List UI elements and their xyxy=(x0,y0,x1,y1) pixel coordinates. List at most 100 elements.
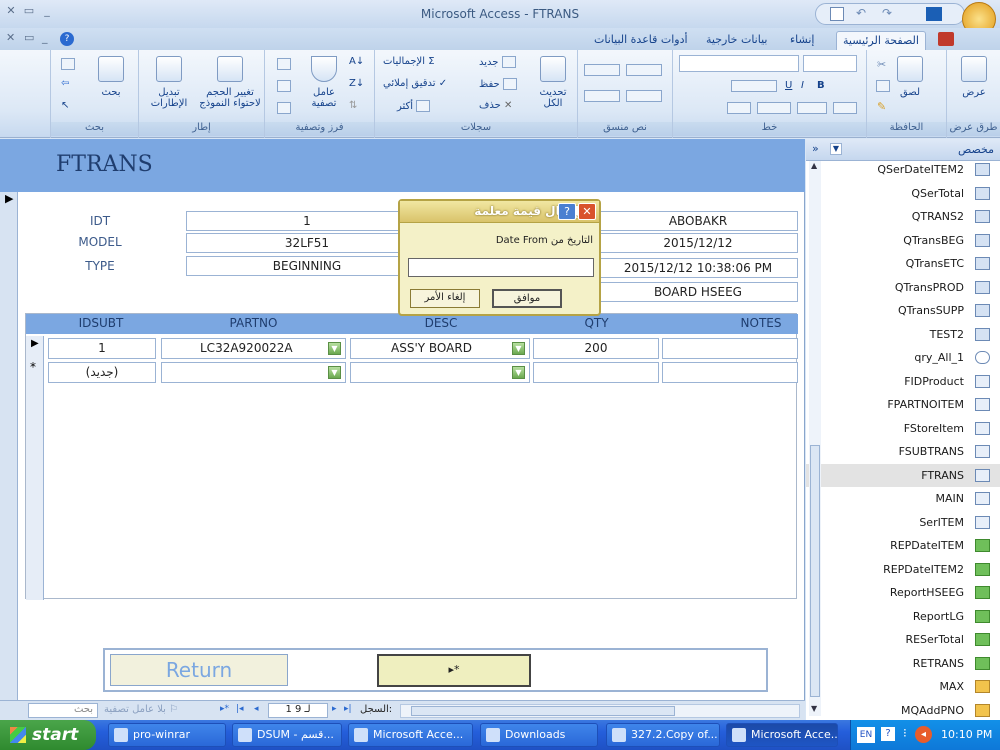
switch-windows-button[interactable]: تبديل الإطارات xyxy=(143,56,195,109)
prev-record-icon[interactable]: ▸ xyxy=(332,704,337,714)
more-button[interactable]: أكثر xyxy=(397,100,431,112)
scroll-up-icon[interactable]: ▲ xyxy=(811,161,817,170)
nav-item[interactable]: MAX xyxy=(806,675,1000,698)
tab-create[interactable]: إنشاء xyxy=(784,31,820,50)
row-idsubt-cell[interactable]: 1 xyxy=(48,338,156,359)
dropdown-arrow-icon[interactable]: ▼ xyxy=(512,342,525,355)
find-button[interactable]: بحث xyxy=(91,56,131,98)
row-qty-cell[interactable]: 200 xyxy=(533,338,659,359)
record-selector[interactable]: ▶ xyxy=(0,192,18,747)
goto-icon[interactable]: ⇦ xyxy=(61,78,69,89)
fill-color-icon[interactable] xyxy=(797,102,827,114)
select-icon[interactable]: ↖ xyxy=(61,100,69,111)
undo-icon[interactable]: ↶ xyxy=(856,6,866,20)
help-icon[interactable]: ? xyxy=(558,203,576,220)
language-indicator[interactable]: EN xyxy=(857,727,875,743)
nav-item[interactable]: RESerTotal xyxy=(806,628,1000,651)
view-button[interactable]: عرض xyxy=(955,56,993,98)
format-painter-icon[interactable]: ✎ xyxy=(877,100,886,113)
nav-item[interactable]: RETRANS xyxy=(806,652,1000,675)
copy-icon[interactable] xyxy=(876,80,890,92)
nav-item[interactable]: FTRANS xyxy=(806,463,1000,487)
font-color-icon[interactable] xyxy=(833,102,857,114)
nav-item[interactable]: qry_All_1 xyxy=(806,346,1000,369)
indent-icon[interactable] xyxy=(584,64,620,76)
ok-button[interactable]: موافق xyxy=(492,289,562,308)
bullets-icon[interactable] xyxy=(626,90,662,102)
model-field[interactable]: 32LF51 xyxy=(186,233,428,253)
type-field[interactable]: BEGINNING xyxy=(186,256,428,276)
dropdown-arrow-icon[interactable]: ▼ xyxy=(328,342,341,355)
nav-item[interactable]: QTransSUPP xyxy=(806,299,1000,322)
spelling-button[interactable]: تدقيق إملائي ✓ xyxy=(383,78,447,89)
new-row-notes-cell[interactable] xyxy=(662,362,798,383)
tab-database-tools[interactable]: أدوات قاعدة البيانات xyxy=(588,31,694,50)
filter-button[interactable]: عامل تصفية xyxy=(305,56,343,109)
board-field[interactable]: BOARD HSEEG xyxy=(598,282,798,302)
idt-field[interactable]: 1 xyxy=(186,211,428,231)
next-record-icon[interactable]: ◂ xyxy=(254,704,259,714)
nav-item[interactable]: REPDateITEM2 xyxy=(806,558,1000,581)
no-filter-label[interactable]: بلا عامل تصفية ⚐ xyxy=(104,704,178,715)
minimize-doc-icon[interactable]: _ xyxy=(42,31,48,44)
first-record-icon[interactable]: ▸| xyxy=(344,704,352,714)
sort-asc-icon[interactable]: A↓ xyxy=(349,56,364,67)
nav-item[interactable]: ReportHSEEG xyxy=(806,581,1000,604)
nav-item[interactable]: FStoreItem xyxy=(806,417,1000,440)
scroll-thumb[interactable] xyxy=(810,445,820,697)
new-row-idsubt-cell[interactable]: (جديد) xyxy=(48,362,156,383)
taskbar-item[interactable]: 327.2.Copy of... xyxy=(606,723,720,747)
row-desc-cell[interactable]: ASS'Y BOARD ▼ xyxy=(350,338,530,359)
tray-icon[interactable]: ⁝ xyxy=(903,726,907,740)
new-row-icon[interactable]: * xyxy=(30,360,36,374)
clear-sort-icon[interactable]: ⇅ xyxy=(349,100,357,111)
save-record-button[interactable]: حفظ xyxy=(479,78,517,90)
taskbar-item[interactable]: Microsoft Acce... xyxy=(348,723,473,747)
nav-item[interactable]: TEST2 xyxy=(806,323,1000,346)
scroll-thumb[interactable] xyxy=(411,706,675,716)
nav-item[interactable]: QSerDateITEM2 xyxy=(806,158,1000,181)
tab-home[interactable]: الصفحة الرئيسية xyxy=(836,31,926,50)
last-record-icon[interactable]: |◂ xyxy=(236,704,244,714)
tab-external-data[interactable]: بيانات خارجية xyxy=(700,31,773,50)
taskbar-item[interactable]: Downloads xyxy=(480,723,598,747)
new-record-nav-button[interactable]: ▸* xyxy=(377,654,531,687)
redo-icon[interactable]: ↷ xyxy=(882,6,892,20)
nav-item[interactable]: FPARTNOITEM xyxy=(806,393,1000,416)
align-icon[interactable] xyxy=(731,80,777,92)
save-icon[interactable] xyxy=(830,7,844,21)
help-icon[interactable]: ? xyxy=(60,32,74,46)
row-notes-cell[interactable] xyxy=(662,338,798,359)
nav-pane-scrollbar[interactable]: ▲ ▼ xyxy=(809,161,821,716)
nav-item[interactable]: REPDateITEM xyxy=(806,534,1000,557)
date-field[interactable]: 2015/12/12 xyxy=(598,233,798,253)
save-disk-icon[interactable] xyxy=(926,7,942,21)
nav-item[interactable]: ReportLG xyxy=(806,605,1000,628)
dropdown-arrow-icon[interactable]: ▼ xyxy=(512,366,525,379)
size-to-fit-button[interactable]: تغيير الحجم لاحتواء النموذج xyxy=(197,56,263,109)
sort-desc-icon[interactable]: Z↓ xyxy=(349,78,364,89)
taskbar-item[interactable]: Microsoft Acce... xyxy=(726,723,838,747)
restore-doc-icon[interactable]: ▭ xyxy=(24,31,34,44)
new-row-qty-cell[interactable] xyxy=(533,362,659,383)
help-tray-icon[interactable]: ? xyxy=(881,727,895,741)
return-button[interactable]: Return xyxy=(110,654,288,686)
new-row-partno-cell[interactable]: ▼ xyxy=(161,362,346,383)
dropdown-arrow-icon[interactable]: ▼ xyxy=(328,366,341,379)
user-field[interactable]: ABOBAKR xyxy=(598,211,798,231)
row-partno-cell[interactable]: LC32A920022A ▼ xyxy=(161,338,346,359)
selection-icon[interactable] xyxy=(277,58,291,70)
cancel-button[interactable]: إلغاء الأمر xyxy=(410,289,480,308)
font-size-select[interactable] xyxy=(803,55,857,72)
alt-fill-icon[interactable] xyxy=(727,102,751,114)
date-from-input[interactable] xyxy=(408,258,594,277)
close-icon[interactable]: ✕ xyxy=(578,203,596,220)
nav-item[interactable]: SerITEM xyxy=(806,511,1000,534)
scroll-down-icon[interactable]: ▼ xyxy=(811,704,817,713)
taskbar-item[interactable]: pro-winrar xyxy=(108,723,226,747)
cut-icon[interactable]: ✂ xyxy=(877,58,886,71)
rtl-icon[interactable] xyxy=(626,64,662,76)
row-pointer-icon[interactable]: ▶ xyxy=(31,338,39,349)
refresh-all-button[interactable]: تحديث الكل xyxy=(533,56,573,109)
nav-item[interactable]: FSUBTRANS xyxy=(806,440,1000,463)
